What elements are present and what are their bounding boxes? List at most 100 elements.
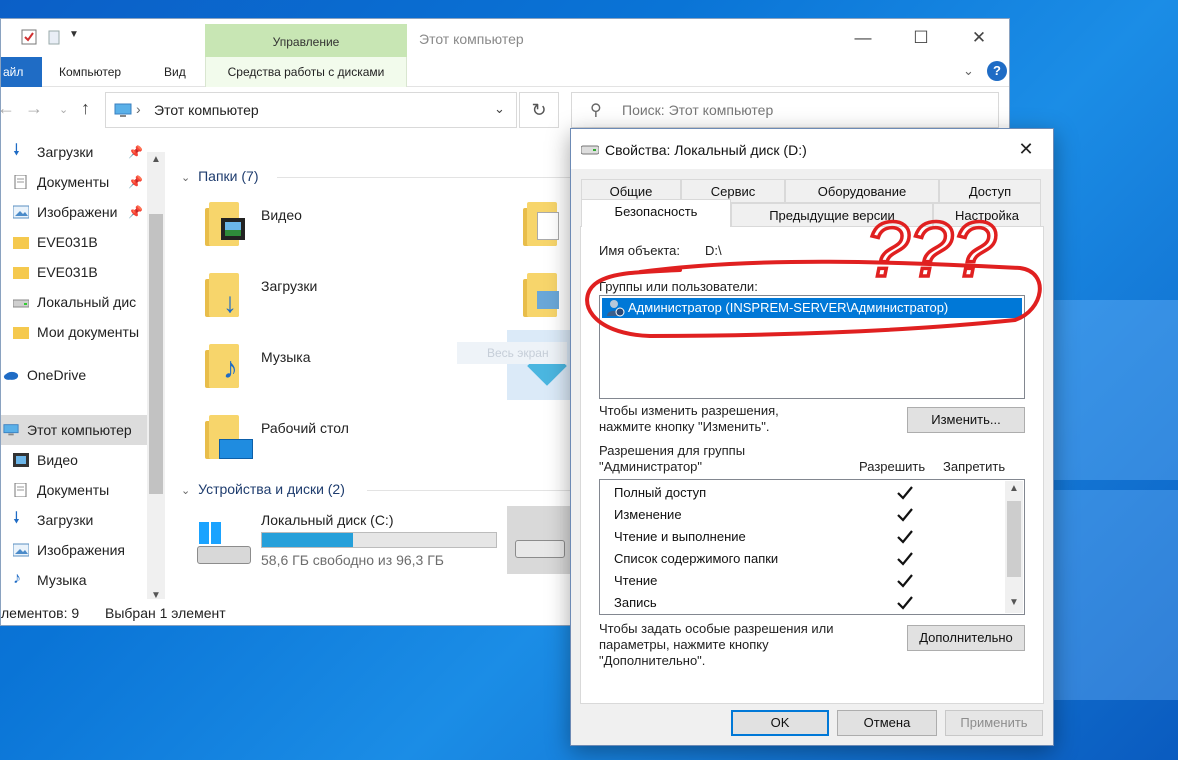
tab-security[interactable]: Безопасность [581, 199, 731, 227]
apply-button[interactable]: Применить [945, 710, 1043, 736]
tab-view[interactable]: Вид [164, 57, 186, 87]
scroll-thumb[interactable] [1007, 501, 1021, 577]
folder-video[interactable] [205, 202, 245, 246]
object-name-value: D:\ [705, 243, 722, 258]
drive-c-icon[interactable] [197, 522, 253, 566]
tab-sharing[interactable]: Доступ [939, 179, 1041, 203]
drive-body [197, 546, 251, 564]
search-input[interactable]: ⚲ Поиск: Этот компьютер [571, 92, 999, 128]
scroll-thumb[interactable] [149, 214, 163, 494]
pin-icon[interactable]: 📌 [128, 167, 143, 197]
folder-icon [13, 237, 29, 249]
tab-manage[interactable]: Управление [205, 24, 407, 57]
pictures-icon [13, 543, 29, 557]
tab-computer[interactable]: Компьютер [59, 57, 121, 87]
check-icon [897, 596, 913, 610]
sidebar-item-downloads[interactable]: 🠗 Загрузки 📌 [1, 137, 147, 167]
sidebar-item-eve031b-2[interactable]: EVE031B [1, 257, 147, 287]
recent-chevron-icon[interactable]: ⌄ [59, 103, 68, 116]
folders-group-header[interactable]: ⌄ Папки (7) [181, 168, 258, 184]
documents-icon [14, 175, 27, 189]
properties-icon[interactable] [21, 29, 37, 45]
new-folder-icon[interactable] [47, 29, 63, 45]
permissions-scrollbar[interactable]: ▲ ▼ [1005, 481, 1023, 613]
close-button[interactable]: ✕ [1011, 137, 1041, 161]
sidebar-item-pictures[interactable]: Изображени 📌 [1, 197, 147, 227]
folder-documents[interactable] [523, 202, 559, 246]
pictures-icon [537, 291, 559, 309]
drive-usage-bar [261, 532, 497, 548]
windows-logo-icon [199, 522, 221, 544]
music-icon: ♪ [13, 570, 21, 587]
folder-downloads[interactable]: ↓ [205, 273, 241, 318]
dialog-title-bar: Свойства: Локальный диск (D:) ✕ [571, 129, 1053, 169]
forward-arrow-icon[interactable]: → [25, 98, 43, 119]
chevron-down-icon[interactable]: ▼ [69, 29, 85, 45]
change-button[interactable]: Изменить... [907, 407, 1025, 433]
status-selected: Выбран 1 элемент [105, 605, 226, 621]
drive-c-free: 58,6 ГБ свободно из 96,3 ГБ [261, 552, 444, 568]
address-row: ← → ⌄ ↑ › Этот компьютер ⌄ ↻ ⚲ Поиск: Эт… [1, 88, 1009, 132]
help-icon[interactable]: ? [987, 61, 1007, 81]
tab-customize[interactable]: Настройка [933, 203, 1041, 227]
sidebar-item-music[interactable]: ♪ Музыка [1, 565, 147, 595]
sidebar-item-video[interactable]: Видео [1, 445, 147, 475]
sidebar-item-pictures-2[interactable]: Изображения [1, 535, 147, 565]
sidebar-item-this-pc[interactable]: Этот компьютер [1, 415, 147, 445]
group-divider [367, 490, 577, 491]
sidebar-item-downloads-2[interactable]: 🠗 Загрузки [1, 505, 147, 535]
drive-d-tile[interactable] [507, 506, 573, 574]
search-placeholder: Поиск: Этот компьютер [622, 102, 774, 118]
tab-hardware[interactable]: Оборудование [785, 179, 939, 203]
deny-header: Запретить [943, 459, 1006, 474]
ok-button[interactable]: OK [731, 710, 829, 736]
advanced-button[interactable]: Дополнительно [907, 625, 1025, 651]
drive-icon [13, 299, 29, 308]
desktop-icon [219, 439, 253, 459]
video-icon [13, 453, 29, 467]
selected-user-row[interactable]: Администратор (INSPREM-SERVER\Администра… [602, 298, 1022, 318]
nav-scrollbar[interactable]: ▲ ▼ [147, 152, 165, 604]
sidebar-item-documents[interactable]: Документы 📌 [1, 167, 147, 197]
users-listbox[interactable]: Администратор (INSPREM-SERVER\Администра… [599, 295, 1025, 399]
user-icon [607, 300, 625, 317]
permission-row: Чтение и выполнение [614, 526, 913, 548]
ribbon-expand-icon[interactable]: ⌄ [963, 63, 974, 79]
scroll-up-icon[interactable]: ▲ [151, 154, 161, 165]
maximize-button[interactable]: ☐ [899, 27, 943, 51]
address-bar[interactable]: › Этот компьютер ⌄ [105, 92, 517, 128]
tab-file[interactable]: айл [1, 57, 42, 87]
permissions-list[interactable]: Полный доступ Изменение Чтение и выполне… [599, 479, 1025, 615]
sidebar-item-documents-2[interactable]: Документы [1, 475, 147, 505]
back-arrow-icon[interactable]: ← [1, 98, 15, 119]
pin-icon[interactable]: 📌 [128, 197, 143, 227]
folder-pictures[interactable] [523, 273, 559, 317]
folder-label: Рабочий стол [261, 420, 349, 436]
folder-desktop[interactable] [205, 415, 253, 459]
properties-dialog: Свойства: Локальный диск (D:) ✕ Общие Се… [570, 128, 1054, 746]
pictures-icon [13, 205, 29, 219]
group-divider [277, 177, 577, 178]
folder-label: Видео [261, 207, 302, 223]
sidebar-item-eve031b[interactable]: EVE031B [1, 227, 147, 257]
pin-icon[interactable]: 📌 [128, 137, 143, 167]
up-arrow-icon[interactable]: ↑ [81, 98, 90, 119]
address-dropdown-icon[interactable]: ⌄ [494, 101, 505, 117]
scroll-down-icon[interactable]: ▼ [1009, 597, 1019, 608]
sidebar-item-onedrive[interactable]: OneDrive [1, 360, 147, 390]
ghost-text: Весь экран [457, 342, 567, 364]
minimize-button[interactable]: — [841, 27, 885, 51]
close-button[interactable]: ✕ [957, 27, 1001, 51]
cancel-button[interactable]: Отмена [837, 710, 937, 736]
folder-label: Музыка [261, 349, 311, 365]
scroll-up-icon[interactable]: ▲ [1009, 483, 1019, 494]
sidebar-item-local-disk[interactable]: Локальный дис [1, 287, 147, 317]
devices-group-header[interactable]: ⌄ Устройства и диски (2) [181, 481, 345, 497]
tab-disk-tools[interactable]: Средства работы с дисками [205, 57, 407, 87]
refresh-button[interactable]: ↻ [519, 92, 559, 128]
drive-c-name: Локальный диск (C:) [261, 512, 394, 528]
tab-previous-versions[interactable]: Предыдущие версии [731, 203, 933, 227]
sidebar-item-my-documents[interactable]: Мои документы [1, 317, 147, 347]
folder-music[interactable]: ♪ [205, 344, 241, 388]
folder-3d-objects[interactable] [507, 330, 573, 400]
